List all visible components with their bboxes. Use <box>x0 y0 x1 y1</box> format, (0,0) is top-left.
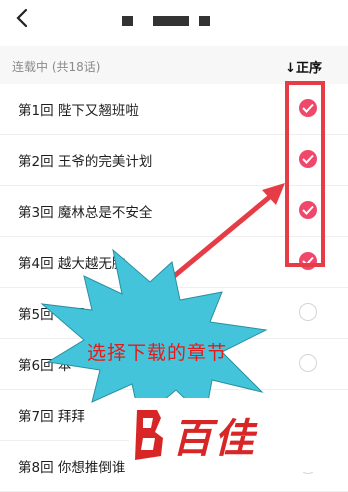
watermark-logo: 百佳 <box>129 398 348 472</box>
starburst-shape <box>40 248 268 421</box>
watermark-text: 百佳 <box>172 416 256 462</box>
callout-arrow-line <box>165 193 274 284</box>
watermark-logo-mark <box>135 410 163 460</box>
callout-text: 选择下载的章节 <box>87 342 228 364</box>
